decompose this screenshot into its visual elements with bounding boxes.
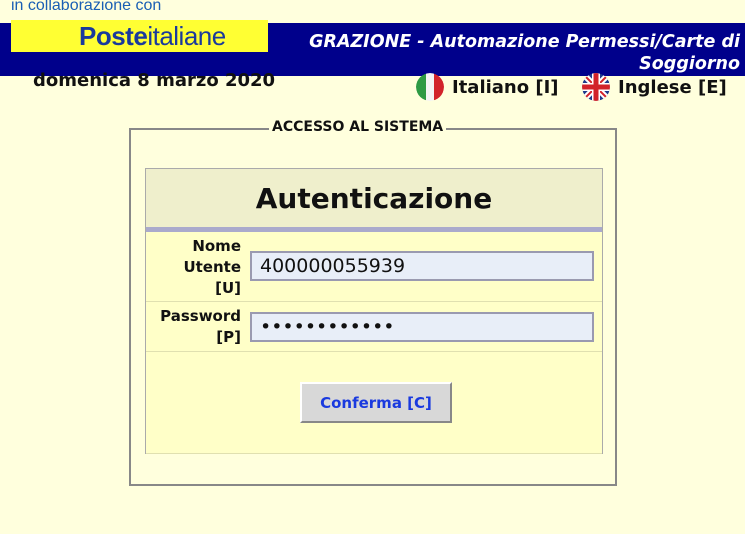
password-row: Password [P]	[146, 302, 602, 352]
username-label-line3: [U]	[215, 279, 241, 297]
authentication-form: Autenticazione Nome Utente [U] Password …	[145, 168, 603, 454]
logo-text-bold: Poste	[79, 21, 148, 51]
password-label: Password [P]	[160, 306, 241, 348]
login-panel: ACCESSO AL SISTEMA Autenticazione Nome U…	[129, 119, 617, 486]
button-row: Conferma [C]	[146, 352, 602, 454]
username-label-line2: Utente	[183, 258, 241, 276]
authentication-heading: Autenticazione	[146, 169, 602, 232]
username-input[interactable]	[250, 251, 594, 281]
poste-italiane-logo: Posteitaliane	[11, 20, 268, 52]
username-label: Nome Utente [U]	[183, 236, 241, 299]
language-italian-link[interactable]: Italiano [I]	[416, 72, 559, 102]
italy-flag-icon	[416, 73, 444, 101]
collaboration-text: in collaborazione con	[11, 0, 162, 14]
uk-flag-icon	[582, 73, 610, 101]
logo-text: Posteitaliane	[79, 20, 226, 52]
username-row: Nome Utente [U]	[146, 232, 602, 302]
page-title: GRAZIONE - Automazione Permessi/Carte di…	[309, 32, 740, 74]
current-date: domenica 8 marzo 2020	[33, 70, 276, 91]
username-label-line1: Nome	[192, 237, 241, 255]
password-input[interactable]	[250, 312, 594, 342]
language-italian-label: Italiano [I]	[452, 76, 559, 98]
password-label-line2: [P]	[216, 328, 241, 346]
logo-text-regular: italiane	[147, 21, 226, 51]
language-english-link[interactable]: Inglese [E]	[582, 72, 727, 102]
panel-legend: ACCESSO AL SISTEMA	[269, 119, 447, 135]
password-label-line1: Password	[160, 307, 241, 325]
language-english-label: Inglese [E]	[618, 76, 727, 98]
confirm-button[interactable]: Conferma [C]	[300, 382, 452, 423]
